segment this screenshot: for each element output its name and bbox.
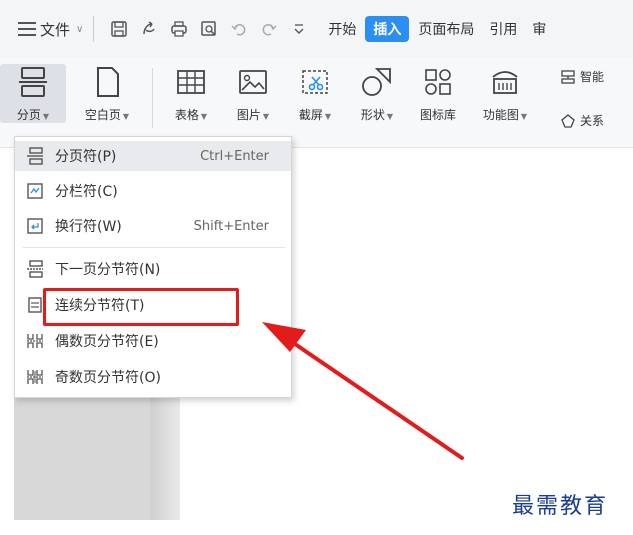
function-chart-icon xyxy=(470,64,540,100)
save-icon[interactable] xyxy=(110,20,128,38)
table-icon xyxy=(162,64,220,100)
next-page-section-break-icon xyxy=(25,259,45,279)
menu-item-label: 偶数页分节符(E) xyxy=(55,334,159,350)
screenshot-button[interactable]: 截屏 ▼ xyxy=(286,64,344,123)
chevron-down-icon: ▼ xyxy=(520,112,528,121)
column-break-icon xyxy=(25,181,45,201)
even-page-section-break-icon xyxy=(25,331,45,351)
smart-graphic-label: 智能 xyxy=(580,70,605,84)
function-chart-label: 功能图 xyxy=(482,108,519,122)
shapes-label: 形状 xyxy=(360,108,385,122)
menu-bar: 文件 ∨ 开始 插入 页面布局 引用 审 xyxy=(0,0,633,58)
relationship-button[interactable]: 关系 xyxy=(560,112,604,129)
menu-item-even-page-section-break[interactable]: 偶数页分节符(E) xyxy=(15,326,291,356)
menu-item-label: 分页符(P) xyxy=(55,149,117,165)
chevron-down-icon: ▼ xyxy=(200,112,208,121)
divider xyxy=(152,68,153,128)
tab-references[interactable]: 引用 xyxy=(483,15,523,43)
continuous-section-break-icon xyxy=(25,295,45,315)
page-break-icon xyxy=(25,146,45,166)
file-menu-label: 文件 xyxy=(40,20,71,39)
table-label: 表格 xyxy=(174,108,199,122)
print-icon[interactable] xyxy=(170,20,188,38)
chevron-down-icon: ▼ xyxy=(42,112,50,121)
relationship-label: 关系 xyxy=(580,114,605,128)
menu-item-shortcut: Shift+Enter xyxy=(193,218,269,234)
print-preview-icon[interactable] xyxy=(200,20,218,38)
menu-item-shortcut: Ctrl+Enter xyxy=(200,148,269,164)
picture-icon xyxy=(224,64,282,100)
divider xyxy=(93,16,95,42)
page-break-icon xyxy=(0,64,66,100)
smart-graphic-icon xyxy=(561,69,575,84)
page-break-dropdown-menu: 分页符(P) Ctrl+Enter 分栏符(C) 换行符(W) Shift+En… xyxy=(14,136,292,398)
menu-tabs: 开始 插入 页面布局 引用 审 xyxy=(322,15,555,43)
menu-item-page-break[interactable]: 分页符(P) Ctrl+Enter xyxy=(15,141,291,171)
menu-item-column-break[interactable]: 分栏符(C) xyxy=(15,176,291,206)
redo-icon[interactable] xyxy=(260,20,278,38)
table-button[interactable]: 表格 ▼ xyxy=(162,64,220,123)
menu-item-label: 换行符(W) xyxy=(55,219,122,235)
icon-library-button[interactable]: 图标库 xyxy=(410,64,466,123)
icon-library-label: 图标库 xyxy=(419,108,456,122)
chevron-down-icon: ▼ xyxy=(324,112,332,121)
shapes-icon xyxy=(348,64,406,100)
smart-graphic-button[interactable]: 智能 xyxy=(560,68,604,85)
document-page-shadow xyxy=(150,395,180,520)
shapes-button[interactable]: 形状 ▼ xyxy=(348,64,406,123)
icon-library-icon xyxy=(410,64,466,100)
tab-page-layout[interactable]: 页面布局 xyxy=(412,15,480,43)
picture-label: 图片 xyxy=(236,108,261,122)
screenshot-label: 截屏 xyxy=(298,108,323,122)
odd-page-section-break-icon xyxy=(25,367,45,387)
menu-item-odd-page-section-break[interactable]: 奇数页分节符(O) xyxy=(15,362,291,392)
blank-page-label: 空白页 xyxy=(84,108,121,122)
page-break-button[interactable]: 分页 ▼ xyxy=(0,64,66,123)
tab-insert[interactable]: 插入 xyxy=(365,16,410,42)
export-pdf-icon[interactable] xyxy=(140,20,158,38)
relationship-icon xyxy=(561,113,575,128)
ribbon-toolbar: 分页 ▼ 空白页 ▼ 表格 ▼ 图片 ▼ 截屏 ▼ 形状 ▼ 图标库 功能图 ▼… xyxy=(0,58,633,148)
menu-divider xyxy=(23,247,285,248)
undo-icon[interactable] xyxy=(230,20,248,38)
chevron-down-icon: ▼ xyxy=(386,112,394,121)
menu-item-label: 下一页分节符(N) xyxy=(55,262,161,278)
blank-page-button[interactable]: 空白页 ▼ xyxy=(72,64,142,123)
blank-page-icon xyxy=(72,64,142,100)
page-break-label: 分页 xyxy=(16,108,41,122)
menu-item-line-break[interactable]: 换行符(W) Shift+Enter xyxy=(15,211,291,241)
screenshot-icon xyxy=(286,64,344,100)
tab-home[interactable]: 开始 xyxy=(322,15,362,43)
menu-item-label: 奇数页分节符(O) xyxy=(55,370,161,386)
picture-button[interactable]: 图片 ▼ xyxy=(224,64,282,123)
chevron-down-icon: ∨ xyxy=(76,23,84,35)
annotation-highlight-box xyxy=(43,288,239,326)
hamburger-menu-icon[interactable] xyxy=(18,22,36,36)
watermark-text: 最需教育 xyxy=(512,494,609,519)
tab-review[interactable]: 审 xyxy=(526,15,552,43)
chevron-down-icon: ▼ xyxy=(262,112,270,121)
menu-item-label: 分栏符(C) xyxy=(55,184,118,200)
file-menu[interactable]: 文件 ∨ xyxy=(40,19,83,40)
function-chart-button[interactable]: 功能图 ▼ xyxy=(470,64,540,123)
line-break-icon xyxy=(25,216,45,236)
menu-item-next-page-section-break[interactable]: 下一页分节符(N) xyxy=(15,254,291,284)
customize-dropdown-icon[interactable] xyxy=(290,20,308,38)
chevron-down-icon: ▼ xyxy=(122,112,130,121)
